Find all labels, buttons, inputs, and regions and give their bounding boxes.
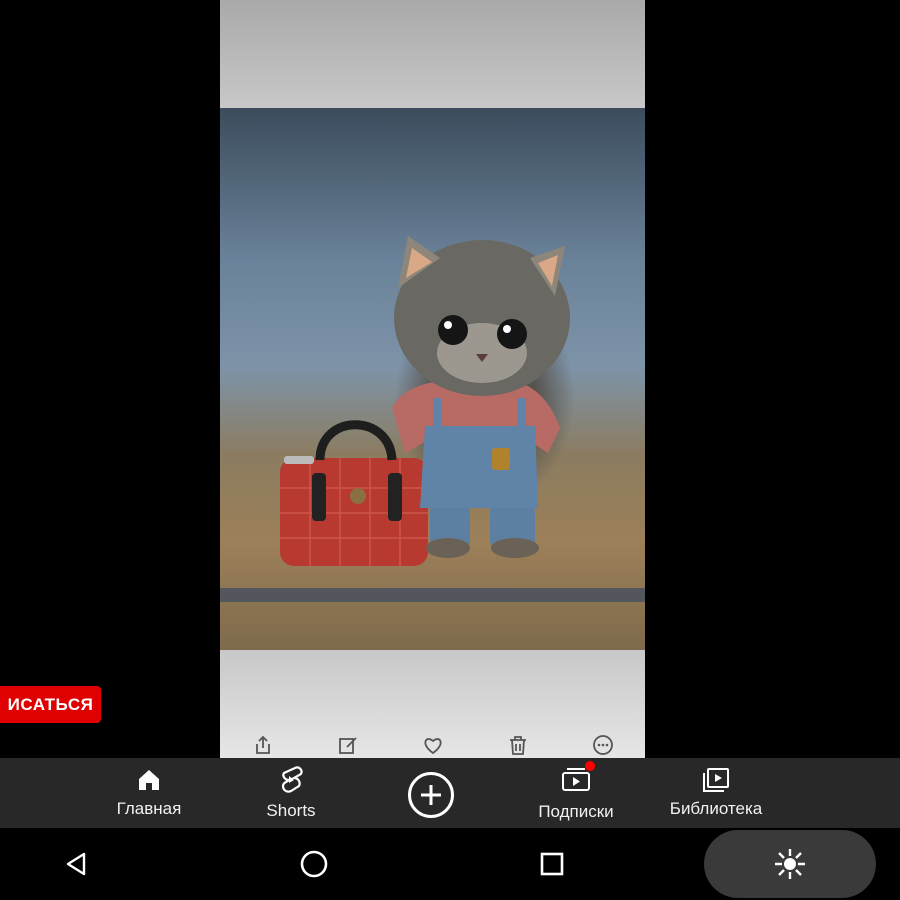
system-home-button[interactable] — [296, 846, 332, 882]
nav-subscriptions[interactable]: Подписки — [530, 758, 622, 828]
nav-subscriptions-label: Подписки — [538, 801, 614, 821]
subscriptions-icon-wrap — [561, 760, 595, 796]
accessibility-pill[interactable] — [704, 830, 876, 898]
accessibility-icon — [775, 849, 805, 879]
nav-shorts-label: Shorts — [266, 801, 316, 820]
shorts-icon — [281, 766, 303, 793]
share-icon[interactable] — [252, 734, 274, 756]
notification-dot — [585, 760, 595, 771]
plus-icon — [421, 785, 441, 805]
viewer-top-bar — [220, 0, 645, 108]
nav-home-label: Главная — [116, 799, 182, 818]
home-circle-icon — [300, 850, 328, 878]
heart-icon[interactable] — [422, 734, 444, 756]
back-button[interactable] — [58, 846, 94, 882]
photo-action-row — [220, 732, 645, 758]
nav-home[interactable]: Главная — [110, 758, 188, 828]
nav-shorts[interactable]: Shorts — [258, 758, 324, 828]
back-icon — [66, 852, 86, 876]
edit-icon[interactable] — [337, 734, 359, 756]
kitten-illustration — [220, 236, 645, 602]
kitten-photo[interactable] — [220, 108, 645, 650]
subscribe-button[interactable]: ИСАТЬСЯ — [0, 686, 101, 723]
more-icon[interactable] — [592, 734, 614, 756]
trash-icon[interactable] — [507, 734, 529, 756]
home-icon — [139, 770, 159, 790]
recents-icon — [540, 852, 564, 876]
photo-viewer — [220, 0, 645, 758]
library-icon — [703, 768, 729, 792]
subscribe-label: ИСАТЬСЯ — [7, 694, 94, 714]
create-button[interactable] — [408, 772, 454, 818]
recents-button[interactable] — [534, 846, 570, 882]
nav-library[interactable]: Библиотека — [662, 758, 770, 828]
nav-library-label: Библиотека — [669, 799, 763, 818]
